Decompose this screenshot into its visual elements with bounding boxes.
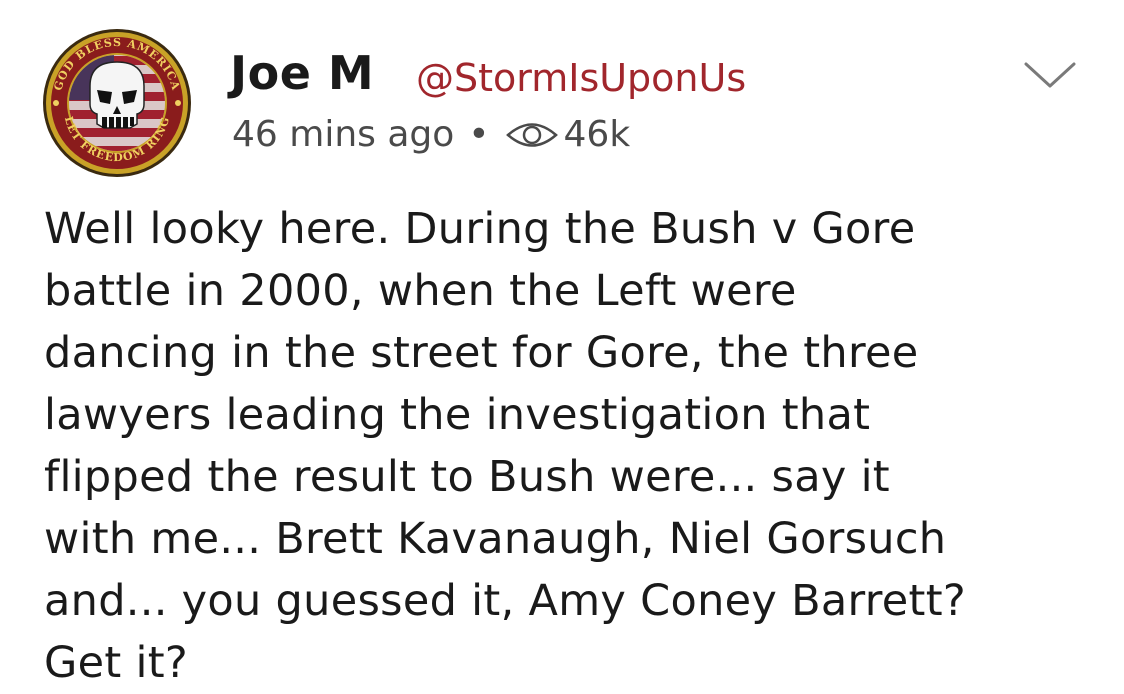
- post-body: Well looky here. During the Bush v Gore …: [44, 198, 1104, 694]
- post-timestamp: 46 mins ago: [232, 114, 455, 155]
- post-line: battle in 2000, when the Left were: [44, 266, 797, 316]
- post-line: lawyers leading the investigation that: [44, 390, 871, 440]
- post-card: GOD BLESS AMERICA LET FREEDOM RING Joe M…: [0, 0, 1124, 694]
- post-line: Get it?: [44, 638, 189, 688]
- meta-separator: •: [468, 114, 490, 155]
- view-count: 46k: [563, 114, 631, 155]
- eye-icon: [504, 116, 560, 154]
- avatar[interactable]: GOD BLESS AMERICA LET FREEDOM RING: [42, 28, 192, 178]
- post-meta: 46 mins ago • 46k: [232, 114, 630, 155]
- author-name[interactable]: Joe M: [230, 46, 374, 100]
- post-line: with me... Brett Kavanaugh, Niel Gorsuch: [44, 514, 947, 564]
- post-line: flipped the result to Bush were... say i…: [44, 452, 890, 502]
- punisher-skull-logo: GOD BLESS AMERICA LET FREEDOM RING: [43, 29, 191, 177]
- post-line: Well looky here. During the Bush v Gore: [44, 204, 916, 254]
- post-line: and... you guessed it, Amy Coney Barrett…: [44, 576, 966, 626]
- chevron-down-icon[interactable]: [1022, 58, 1078, 94]
- author-handle[interactable]: @StormIsUponUs: [416, 56, 746, 100]
- post-line: dancing in the street for Gore, the thre…: [44, 328, 919, 378]
